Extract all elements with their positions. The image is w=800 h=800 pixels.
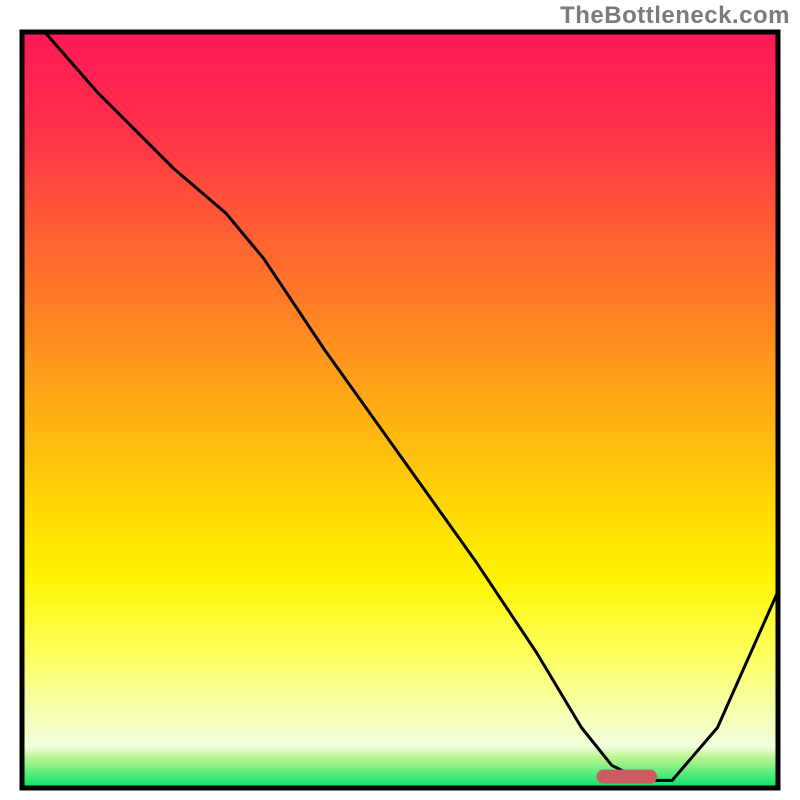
optimal-range-marker: [597, 770, 657, 784]
plot-background: [22, 32, 778, 788]
chart-container: TheBottleneck.com: [0, 0, 800, 800]
bottleneck-chart: [0, 0, 800, 800]
watermark-text: TheBottleneck.com: [560, 2, 790, 30]
